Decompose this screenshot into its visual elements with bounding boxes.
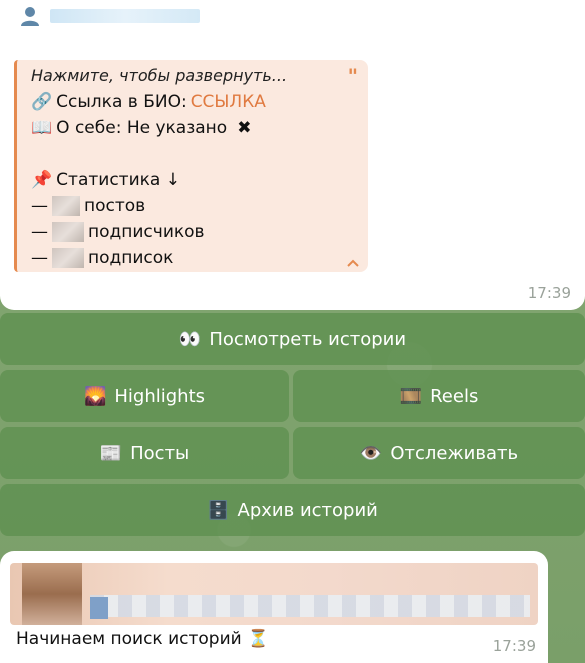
newspaper-icon: 📰 [99, 442, 123, 464]
posts-label: постов [84, 196, 146, 216]
expandable-quote[interactable]: Нажмите, чтобы развернуть... " 🔗 Ссылка … [14, 60, 368, 272]
search-text: Начинаем поиск историй [16, 629, 242, 649]
view-stories-button[interactable]: 👀 Посмотреть истории [0, 313, 585, 365]
dash: — [31, 222, 48, 242]
reels-label: Reels [430, 385, 479, 407]
bio-line: 🔗 Ссылка в БИО: ССЫЛКА [31, 92, 266, 112]
followers-label: подписчиков [88, 222, 205, 242]
sender-name-blurred [50, 9, 200, 23]
stories-archive-label: Архив историй [237, 499, 378, 521]
preview-mark-blurred [90, 597, 108, 619]
following-count-blurred [52, 248, 84, 268]
stats-title: Статистика ↓ [56, 170, 180, 190]
preview-image-blurred [22, 563, 82, 625]
stats-title-line: 📌 Статистика ↓ [31, 170, 180, 190]
bio-link[interactable]: ССЫЛКА [191, 92, 266, 112]
posts-button[interactable]: 📰 Посты [0, 427, 289, 479]
message-bubble-profile: Нажмите, чтобы развернуть... " 🔗 Ссылка … [0, 0, 585, 310]
posts-button-label: Посты [130, 442, 190, 464]
sender-row[interactable] [18, 4, 200, 28]
about-line: 📖 О себе: Не указано ✖ [31, 118, 251, 138]
highlights-label: Highlights [114, 385, 206, 407]
quote-icon: " [347, 64, 358, 88]
message-time: 17:39 [527, 284, 571, 302]
cross-icon: ✖ [237, 118, 252, 138]
file-cabinet-icon: 🗄️ [207, 499, 230, 521]
sunrise-icon: 🌄 [83, 385, 107, 407]
about-text: О себе: Не указано [56, 118, 228, 138]
posts-line: — постов [31, 196, 145, 216]
eyes-icon: 👀 [178, 328, 202, 350]
message-bubble-search: Начинаем поиск историй ⏳ 17:39 [0, 551, 548, 663]
posts-count-blurred [52, 196, 80, 216]
search-message: Начинаем поиск историй ⏳ [16, 629, 269, 649]
following-line: — подписок [31, 248, 173, 268]
pushpin-icon: 📌 [31, 170, 53, 190]
eye-icon: 👁️ [359, 442, 383, 464]
view-stories-label: Посмотреть истории [209, 328, 407, 350]
book-icon: 📖 [31, 118, 53, 138]
bio-label: Ссылка в БИО: [56, 92, 187, 112]
highlights-button[interactable]: 🌄 Highlights [0, 370, 289, 422]
followers-line: — подписчиков [31, 222, 205, 242]
hourglass-icon: ⏳ [247, 629, 269, 649]
dash: — [31, 196, 48, 216]
track-button[interactable]: 👁️ Отслеживать [293, 427, 585, 479]
reels-button[interactable]: 🎞️ Reels [293, 370, 585, 422]
chevron-up-icon[interactable] [346, 258, 360, 268]
link-icon: 🔗 [31, 92, 53, 112]
preview-text-blurred [90, 595, 530, 617]
user-icon [21, 7, 39, 26]
dash: — [31, 248, 48, 268]
stories-archive-button[interactable]: 🗄️ Архив историй [0, 484, 585, 536]
message-time: 17:39 [492, 637, 536, 655]
followers-count-blurred [52, 222, 84, 242]
track-label: Отслеживать [390, 442, 519, 464]
quote-header: Нажмите, чтобы развернуть... [31, 66, 288, 85]
film-icon: 🎞️ [399, 385, 423, 407]
following-label: подписок [88, 248, 174, 268]
link-preview-blurred[interactable] [10, 563, 538, 625]
